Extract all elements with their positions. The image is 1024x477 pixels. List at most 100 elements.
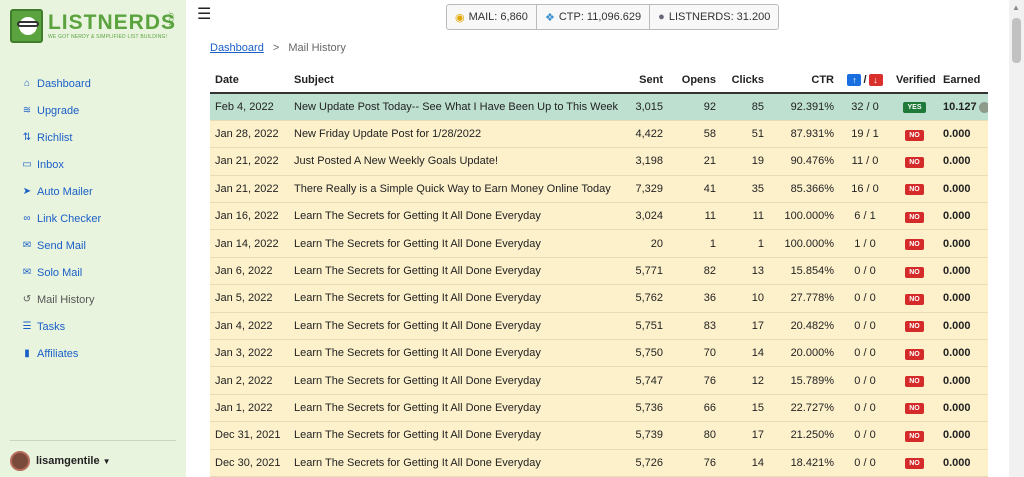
sidebar-item-link-checker[interactable]: ∞ Link Checker (20, 205, 101, 232)
sidebar-item-richlist[interactable]: ⇅ Richlist (20, 124, 101, 151)
cell-sent: 3,015 (619, 93, 668, 121)
sidebar-item-label: Dashboard (37, 77, 91, 90)
ctp-count: CTP: 11,096.629 (558, 11, 642, 23)
cell-clicks: 35 (721, 175, 769, 204)
header-opens[interactable]: Opens (668, 68, 721, 94)
status-badge: NO (905, 239, 924, 251)
cell-ctr: 15.854% (769, 257, 839, 286)
cell-verified: NO (891, 229, 938, 258)
sidebar-item-send-mail[interactable]: ✉ Send Mail (20, 232, 101, 259)
sidebar-item-solo-mail[interactable]: ✉ Solo Mail (20, 259, 101, 286)
cell-subject: Learn The Secrets for Getting It All Don… (289, 366, 619, 395)
stat-mail[interactable]: ◉ MAIL: 6,860 (447, 5, 537, 29)
cell-verified: NO (891, 147, 938, 176)
table-row[interactable]: Jan 1, 2022 Learn The Secrets for Getting… (210, 394, 988, 423)
sidebar-item-tasks[interactable]: ☰ Tasks (20, 313, 101, 340)
user-menu[interactable]: lisamgentile ▼ (10, 451, 111, 471)
table-row[interactable]: Dec 31, 2021 Learn The Secrets for Gettin… (210, 421, 988, 450)
cell-sent: 5,739 (619, 421, 668, 450)
cell-verified: NO (891, 366, 938, 395)
votes-separator: / (863, 74, 867, 86)
table-row[interactable]: Jan 16, 2022 Learn The Secrets for Gettin… (210, 202, 988, 231)
cell-subject: Learn The Secrets for Getting It All Don… (289, 449, 619, 477)
cell-ctr: 100.000% (769, 202, 839, 231)
scroll-up-icon[interactable]: ▲ (1012, 3, 1020, 12)
brand-suffix: .COM (167, 11, 174, 27)
header-votes[interactable]: ↑ / ↓ (839, 68, 891, 94)
earned-value: 0.000 (943, 182, 971, 195)
cell-votes: 32 / 0 (839, 93, 891, 121)
cell-subject: Learn The Secrets for Getting It All Don… (289, 394, 619, 423)
header-clicks[interactable]: Clicks (721, 68, 769, 94)
breadcrumb-current: Mail History (288, 42, 346, 54)
cell-verified: NO (891, 449, 938, 477)
cell-clicks: 19 (721, 147, 769, 176)
earned-value: 0.000 (943, 265, 971, 278)
cell-opens: 41 (668, 175, 721, 204)
table-row[interactable]: Jan 6, 2022 Learn The Secrets for Getting… (210, 257, 988, 286)
sidebar-item-auto-mailer[interactable]: ➤ Auto Mailer (20, 178, 101, 205)
scroll-thumb[interactable] (1012, 18, 1021, 63)
table-row[interactable]: Dec 30, 2021 Learn The Secrets for Gettin… (210, 449, 988, 477)
cell-clicks: 12 (721, 366, 769, 395)
sidebar-item-label: Richlist (37, 131, 73, 144)
table-row[interactable]: Jan 2, 2022 Learn The Secrets for Getting… (210, 366, 988, 395)
cell-subject: There Really is a Simple Quick Way to Ea… (289, 175, 619, 204)
nerd-logo-icon (10, 9, 43, 43)
arrow-down-icon: ↓ (868, 74, 883, 86)
avatar (10, 451, 30, 471)
sidebar-item-affiliates[interactable]: ▮ Affiliates (20, 340, 101, 367)
cell-clicks: 17 (721, 312, 769, 341)
cell-earned: 0.000 (938, 175, 988, 204)
hamburger-menu-icon[interactable]: ☰ (197, 4, 211, 24)
nerd-icon: ● (658, 11, 665, 23)
table-row[interactable]: Jan 4, 2022 Learn The Secrets for Getting… (210, 312, 988, 341)
cell-opens: 92 (668, 93, 721, 121)
header-ctr[interactable]: CTR (769, 68, 839, 94)
stat-ctp[interactable]: ❖ CTP: 11,096.629 (537, 5, 651, 29)
sidebar-item-upgrade[interactable]: ≋ Upgrade (20, 97, 101, 124)
header-date[interactable]: Date (210, 68, 289, 94)
table-row[interactable]: Jan 3, 2022 Learn The Secrets for Getting… (210, 339, 988, 368)
stat-listnerds[interactable]: ● LISTNERDS: 31.200 (650, 5, 778, 29)
sidebar-item-dashboard[interactable]: ⌂ Dashboard (20, 70, 101, 97)
status-badge: NO (905, 293, 924, 305)
sidebar-item-inbox[interactable]: ▭ Inbox (20, 151, 101, 178)
header-sent[interactable]: Sent (619, 68, 668, 94)
earned-value: 0.000 (943, 319, 971, 332)
table-row[interactable]: Jan 5, 2022 Learn The Secrets for Getting… (210, 284, 988, 313)
cell-opens: 58 (668, 120, 721, 149)
cell-date: Jan 4, 2022 (210, 312, 289, 341)
table-row[interactable]: Jan 14, 2022 Learn The Secrets for Gettin… (210, 229, 988, 258)
table-row[interactable]: Feb 4, 2022 New Update Post Today-- See W… (210, 93, 988, 121)
table-row[interactable]: Jan 21, 2022 Just Posted A New Weekly Goa… (210, 147, 988, 176)
sidebar-item-label: Send Mail (37, 239, 86, 252)
cell-date: Jan 21, 2022 (210, 147, 289, 176)
header-verified[interactable]: Verified (891, 68, 938, 94)
brand-logo[interactable]: LISTNERDS WE GOT NERDY & SIMPLIFIED LIST… (10, 8, 176, 44)
cell-sent: 3,024 (619, 202, 668, 231)
status-badge: NO (905, 266, 924, 278)
cell-opens: 11 (668, 202, 721, 231)
page-scrollbar[interactable]: ▲ (1009, 0, 1024, 477)
cell-subject: Learn The Secrets for Getting It All Don… (289, 421, 619, 450)
earned-value: 0.000 (943, 292, 971, 305)
sidebar-item-mail-history[interactable]: ↺ Mail History (20, 286, 101, 313)
header-earned[interactable]: Earned (938, 68, 988, 94)
table-row[interactable]: Jan 28, 2022 New Friday Update Post for 1… (210, 120, 988, 149)
layers-icon: ≋ (22, 105, 32, 116)
cell-earned: 0.000 (938, 284, 988, 313)
cell-verified: NO (891, 175, 938, 204)
cell-votes: 1 / 0 (839, 229, 891, 258)
cell-opens: 83 (668, 312, 721, 341)
home-icon: ⌂ (23, 78, 31, 89)
header-subject[interactable]: Subject (289, 68, 619, 94)
cell-sent: 7,329 (619, 175, 668, 204)
breadcrumb-dashboard-link[interactable]: Dashboard (210, 42, 264, 54)
cell-verified: NO (891, 202, 938, 231)
status-badge: NO (905, 403, 924, 415)
sort-icon: ⇅ (22, 132, 32, 143)
cell-votes: 0 / 0 (839, 284, 891, 313)
table-row[interactable]: Jan 21, 2022 There Really is a Simple Qui… (210, 175, 988, 204)
status-badge: NO (905, 376, 924, 388)
